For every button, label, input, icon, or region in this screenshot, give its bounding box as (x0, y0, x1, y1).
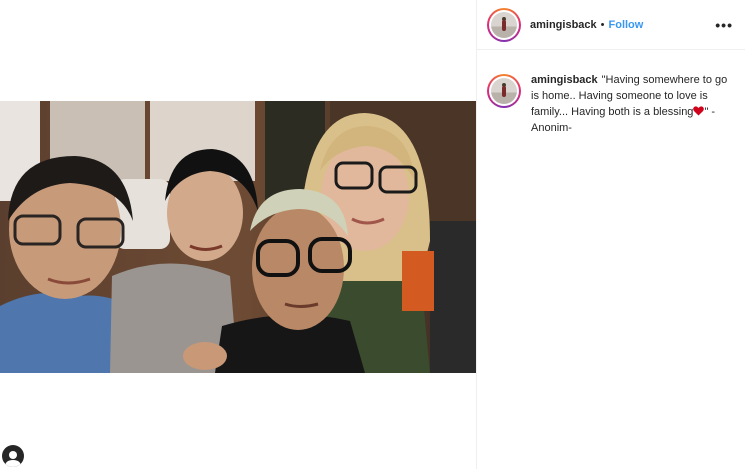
group-selfie-image (0, 101, 476, 373)
caption-avatar[interactable] (487, 74, 521, 108)
post-photo[interactable] (0, 101, 476, 373)
avatar-figure-body (502, 19, 506, 31)
avatar-figure-body (502, 86, 506, 97)
instagram-post: amingisback • Follow ••• amingisback "Hav… (0, 0, 745, 469)
caption-text: amingisback "Having somewhere to go is ho… (531, 72, 731, 136)
avatar-border (489, 76, 519, 106)
avatar-image (491, 11, 517, 38)
caption-username[interactable]: amingisback (531, 74, 598, 86)
post-header: amingisback • Follow ••• (477, 0, 745, 50)
profile-avatar[interactable] (487, 7, 521, 42)
header-username[interactable]: amingisback (530, 19, 597, 31)
caption-section: amingisback "Having somewhere to go is ho… (477, 50, 745, 136)
follow-button[interactable]: Follow (609, 19, 644, 31)
media-area (0, 0, 476, 469)
separator-dot: • (600, 18, 605, 31)
avatar-border (489, 9, 519, 40)
avatar-image (491, 78, 517, 104)
red-heart-icon (693, 106, 705, 116)
person-silhouette-icon (5, 451, 21, 467)
post-sidebar: amingisback • Follow ••• amingisback "Hav… (476, 0, 745, 469)
user-tag-icon[interactable] (2, 445, 24, 467)
more-options-icon[interactable]: ••• (715, 18, 733, 32)
